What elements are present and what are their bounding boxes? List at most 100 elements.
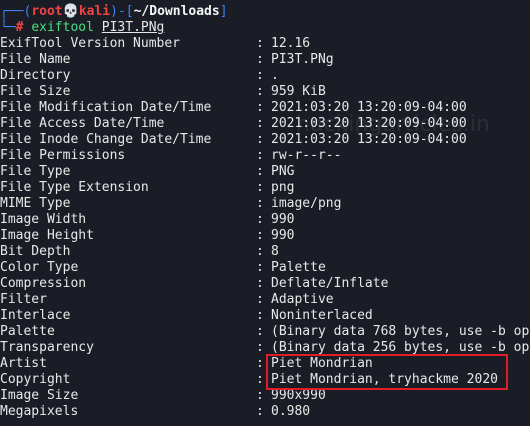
exif-value: 990x990 [271,388,326,403]
exif-separator: : [256,196,264,211]
exif-separator: : [256,276,264,291]
exif-separator: : [256,404,264,419]
exif-row: File Size:959 KiB [0,84,530,100]
exif-key: Color Type [0,260,79,275]
exif-separator: : [256,212,264,227]
exif-value: 2021:03:20 13:20:09-04:00 [271,116,467,131]
exif-key: Artist [0,356,47,371]
prompt-frame-top: ┌──( [0,4,32,19]
exif-row: Interlace: Noninterlaced [0,308,530,324]
exif-row: File Name: PI3T.PNg [0,52,530,68]
exif-key: File Access Date/Time [0,116,165,131]
exif-row: Image Width:990 [0,212,530,228]
exif-key: Filter [0,292,47,307]
command-argument: PI3T.PNg [101,20,165,35]
exif-row: Directory:. [0,68,530,84]
exif-value: 2021:03:20 13:20:09-04:00 [271,132,467,147]
exif-row: File Type Extension: png [0,180,530,196]
exif-separator: : [256,116,264,131]
exif-value: png [271,180,295,195]
prompt-frame-close: ] [219,4,228,19]
exif-row: Palette: (Binary data 768 bytes, use -b o… [0,324,530,340]
exif-separator: : [256,68,264,83]
exif-key: Compression [0,276,87,291]
exif-value: image/png [271,196,342,211]
exif-key: MIME Type [0,196,71,211]
exif-row: File Permissions: rw-r--r-- [0,148,530,164]
exif-key: File Modification Date/Time [0,100,212,115]
exif-key: Palette [0,324,55,339]
exif-value: 990 [271,228,295,243]
exif-separator: : [256,36,264,51]
prompt-path: ~/Downloads [133,4,220,19]
exif-separator: : [256,356,264,371]
exif-separator: : [256,228,264,243]
exif-separator: : [256,52,264,67]
prompt-line-1: ┌──(root💀kali)-[~/Downloads] [0,4,228,20]
exif-value: Adaptive [271,292,334,307]
exif-separator: : [256,180,264,195]
prompt-line-2: └─# exiftool PI3T.PNg [0,20,164,36]
exif-key: Image Size [0,388,79,403]
exif-value: Deflate/Inflate [271,276,389,291]
exif-row: Compression: Deflate/Inflate [0,276,530,292]
exif-row: Bit Depth:8 [0,244,530,260]
prompt-user: root [31,4,63,19]
exif-separator: : [256,100,264,115]
exif-separator: : [256,164,264,179]
exif-value: . [271,68,279,83]
terminal-window[interactable]: ┌──(root💀kali)-[~/Downloads] └─# exiftoo… [0,0,530,426]
exif-row: File Type: PNG [0,164,530,180]
exif-key: File Type [0,164,71,179]
command-name: exiftool [31,20,94,35]
exif-value: PNG [271,164,295,179]
exif-row: Megapixels:0.980 [0,404,530,420]
exif-separator: : [256,148,264,163]
exif-value: 8 [271,244,279,259]
exif-row: Filter: Adaptive [0,292,530,308]
exif-separator: : [256,244,264,259]
exif-separator: : [256,340,264,355]
exif-separator: : [256,324,264,339]
exif-key: Interlace [0,308,71,323]
exif-value: 2021:03:20 13:20:09-04:00 [271,100,467,115]
exif-separator: : [256,84,264,99]
exif-separator: : [256,132,264,147]
exif-separator: : [256,372,264,387]
exif-separator: : [256,308,264,323]
exif-separator: : [256,292,264,307]
exif-value: (Binary data 768 bytes, use -b op [271,324,530,339]
prompt-frame-bottom: └─ [0,20,16,35]
exif-row: ExifTool Version Number:12.16 [0,36,530,52]
exif-key: Transparency [0,340,94,355]
exif-key: File Size [0,84,71,99]
exif-key: ExifTool Version Number [0,36,181,51]
exif-key: File Inode Change Date/Time [0,132,212,147]
exif-separator: : [256,388,264,403]
exif-row: File Modification Date/Time:2021:03:20 1… [0,100,530,116]
exif-key: File Name [0,52,71,67]
exif-key: File Type Extension [0,180,149,195]
exif-row: Image Height:990 [0,228,530,244]
exif-value: PI3T.PNg [271,52,334,67]
exif-key: Image Height [0,228,94,243]
exif-separator: : [256,260,264,275]
exif-value: 0.980 [271,404,311,419]
exif-key: Copyright [0,372,71,387]
exif-row: File Access Date/Time:2021:03:20 13:20:0… [0,116,530,132]
exif-row: MIME Type: image/png [0,196,530,212]
exif-key: Megapixels [0,404,79,419]
exif-value: 959 KiB [271,84,326,99]
highlight-box [266,354,508,390]
exif-key: Bit Depth [0,244,71,259]
prompt-frame-mid: )-[ [110,4,134,19]
exif-key: Directory [0,68,71,83]
skull-icon: 💀 [62,4,79,19]
exif-key: File Permissions [0,148,126,163]
exif-row: Image Size:990x990 [0,388,530,404]
exif-row: File Inode Change Date/Time:2021:03:20 1… [0,132,530,148]
exif-value: 12.16 [271,36,311,51]
exif-value: Noninterlaced [271,308,373,323]
exif-row: Color Type: Palette [0,260,530,276]
exif-value: 990 [271,212,295,227]
